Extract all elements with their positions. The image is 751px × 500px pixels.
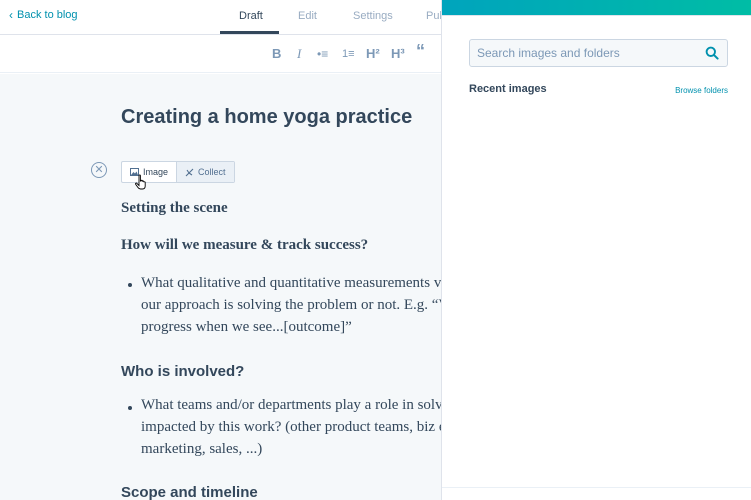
italic-button[interactable]: I xyxy=(297,47,301,61)
section-heading[interactable]: Setting the scene xyxy=(121,200,228,217)
tab-settings[interactable]: Settings xyxy=(353,10,393,22)
list-bullet xyxy=(128,283,132,287)
active-tab-indicator xyxy=(220,31,279,34)
bold-button[interactable]: B xyxy=(272,47,281,61)
heading-3-button[interactable]: H³ xyxy=(391,47,405,61)
editor-canvas[interactable]: Creating a home yoga practice ✕ Image Co… xyxy=(0,74,441,500)
back-to-blog-link[interactable]: ‹ Back to blog xyxy=(9,9,78,21)
list-item-line[interactable]: impacted by this work? (other product te… xyxy=(141,419,441,436)
list-item-line[interactable]: progress when we see...[outcome]” xyxy=(141,319,352,336)
list-item-line[interactable]: What teams and/or departments play a rol… xyxy=(141,397,441,414)
close-icon: ✕ xyxy=(94,163,104,176)
chevron-left-icon: ‹ xyxy=(9,8,13,22)
panel-divider xyxy=(442,15,751,16)
format-toolbar: B I •≡ 1≡ H² H³ “ xyxy=(0,36,441,73)
insert-collect-label: Collect xyxy=(198,167,226,177)
search-icon[interactable] xyxy=(705,46,719,60)
image-picker-panel: Recent images Browse folders xyxy=(441,0,751,500)
search-field xyxy=(469,39,728,67)
list-item-line[interactable]: marketing, sales, ...) xyxy=(141,441,262,458)
insert-image-button[interactable]: Image xyxy=(122,162,176,182)
post-title[interactable]: Creating a home yoga practice xyxy=(121,106,412,129)
hand-pointer-cursor xyxy=(135,174,146,190)
top-nav: ‹ Back to blog Draft Edit Settings Pub xyxy=(0,0,446,35)
tab-edit[interactable]: Edit xyxy=(298,10,317,22)
section-heading[interactable]: Scope and timeline xyxy=(121,484,258,500)
insert-collect-button[interactable]: Collect xyxy=(176,162,234,182)
recent-images-heading: Recent images xyxy=(469,83,547,95)
section-heading[interactable]: How will we measure & track success? xyxy=(121,237,368,254)
heading-2-button[interactable]: H² xyxy=(366,47,380,61)
browse-folders-link[interactable]: Browse folders xyxy=(675,86,728,95)
section-heading[interactable]: Who is involved? xyxy=(121,363,244,380)
collect-icon xyxy=(185,168,194,176)
bulleted-list-button[interactable]: •≡ xyxy=(317,47,328,61)
panel-header-bar xyxy=(442,0,751,15)
blockquote-button[interactable]: “ xyxy=(416,42,425,60)
tab-draft[interactable]: Draft xyxy=(239,10,263,22)
list-bullet xyxy=(128,406,132,410)
list-item-line[interactable]: What qualitative and quantitative measur… xyxy=(141,275,441,292)
list-item-line[interactable]: our approach is solving the problem or n… xyxy=(141,297,441,314)
back-to-blog-label: Back to blog xyxy=(17,9,78,21)
panel-footer-divider xyxy=(442,487,751,488)
remove-insert-button[interactable]: ✕ xyxy=(91,162,107,178)
search-input[interactable] xyxy=(470,40,695,66)
numbered-list-button[interactable]: 1≡ xyxy=(342,47,355,61)
